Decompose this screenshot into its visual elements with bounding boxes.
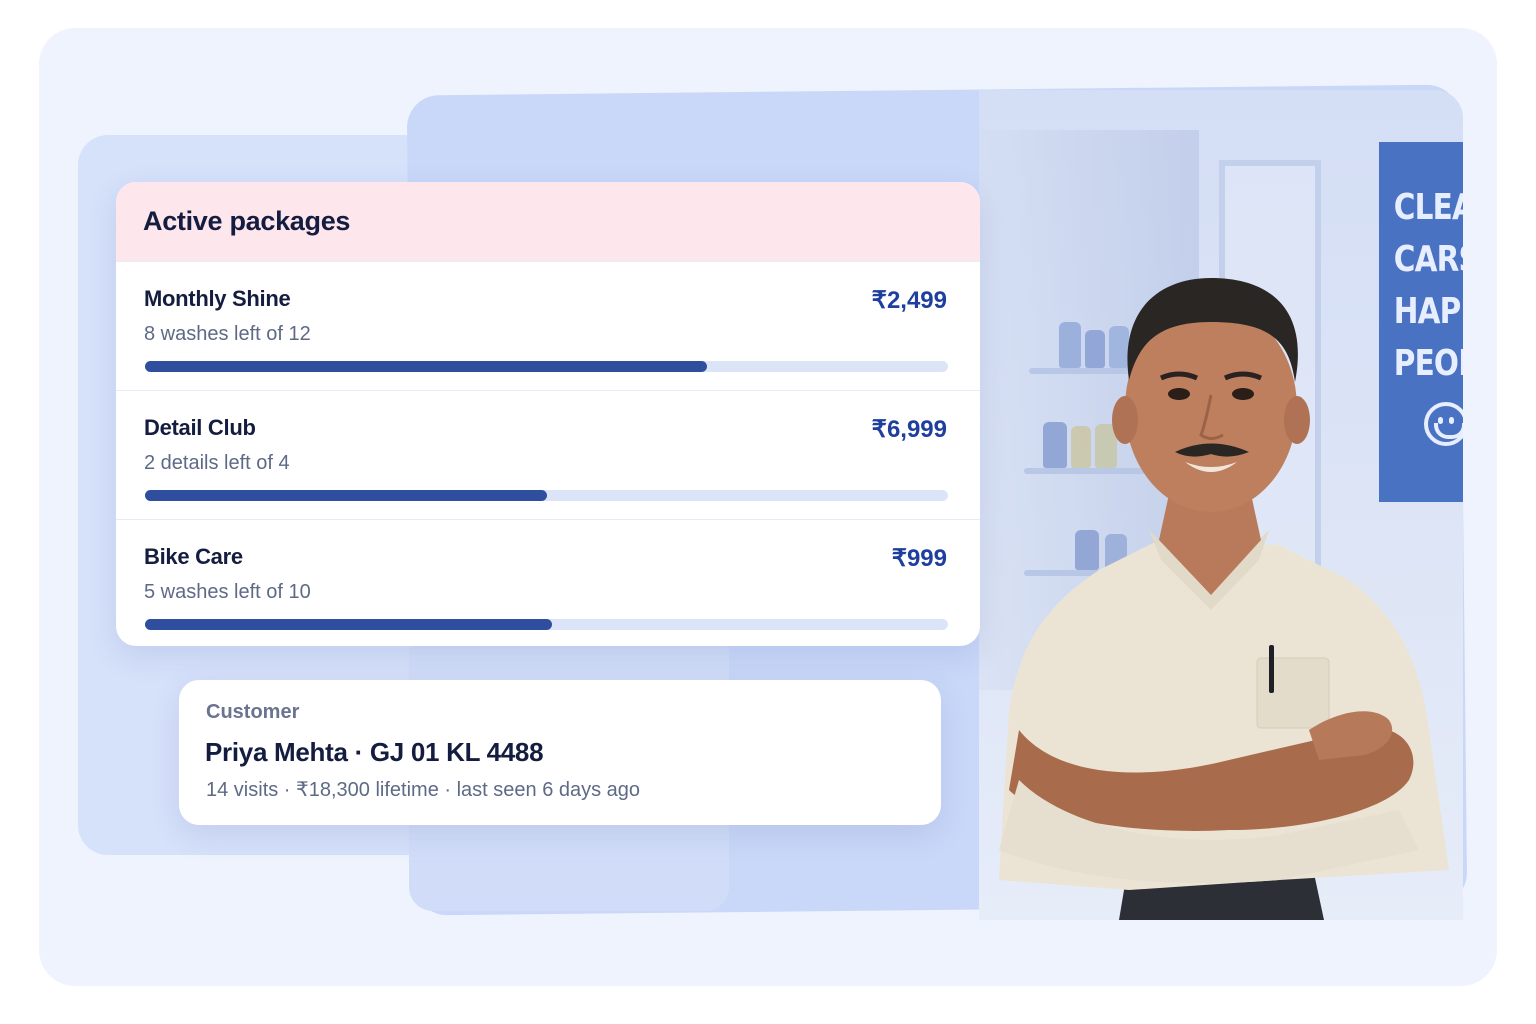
eye — [1232, 388, 1254, 400]
person-illustration — [999, 278, 1449, 920]
eye — [1168, 388, 1190, 400]
package-name: Monthly Shine — [144, 286, 291, 311]
package-price: ₹2,499 — [871, 287, 947, 314]
package-row[interactable]: Monthly Shine ₹2,499 8 washes left of 12 — [116, 261, 980, 390]
customer-card[interactable]: Customer Priya Mehta · GJ 01 KL 4488 14 … — [179, 680, 941, 825]
usage-progress-bar — [145, 619, 948, 630]
ear — [1284, 396, 1310, 444]
customer-name-plate: Priya Mehta · GJ 01 KL 4488 — [205, 737, 544, 767]
usage-progress-bar — [145, 490, 948, 501]
usage-progress-fill — [145, 619, 553, 630]
package-row[interactable]: Detail Club ₹6,999 2 details left of 4 — [116, 390, 980, 519]
hero-frame: CLEAN CARS HAPPY PEOPLE — [39, 28, 1497, 986]
customer-label: Customer — [206, 701, 300, 723]
active-packages-card: Active packages Monthly Shine ₹2,499 8 w… — [116, 182, 980, 646]
pen — [1269, 645, 1274, 693]
shop-owner-photo: CLEAN CARS HAPPY PEOPLE — [979, 90, 1463, 920]
package-row[interactable]: Bike Care ₹999 5 washes left of 10 — [116, 519, 980, 646]
package-usage: 8 washes left of 12 — [144, 323, 311, 345]
package-usage: 5 washes left of 10 — [144, 581, 311, 603]
usage-progress-bar — [145, 361, 948, 372]
package-name: Bike Care — [144, 544, 243, 569]
shirt-pocket — [1256, 657, 1330, 729]
package-usage: 2 details left of 4 — [144, 452, 290, 474]
card-title: Active packages — [143, 206, 351, 236]
package-price: ₹6,999 — [871, 416, 947, 443]
ear — [1112, 396, 1138, 444]
usage-progress-fill — [145, 361, 708, 372]
package-price: ₹999 — [891, 545, 947, 572]
card-header: Active packages — [116, 182, 980, 261]
package-name: Detail Club — [144, 415, 256, 440]
customer-summary: 14 visits · ₹18,300 lifetime · last seen… — [206, 779, 641, 801]
usage-progress-fill — [145, 490, 547, 501]
